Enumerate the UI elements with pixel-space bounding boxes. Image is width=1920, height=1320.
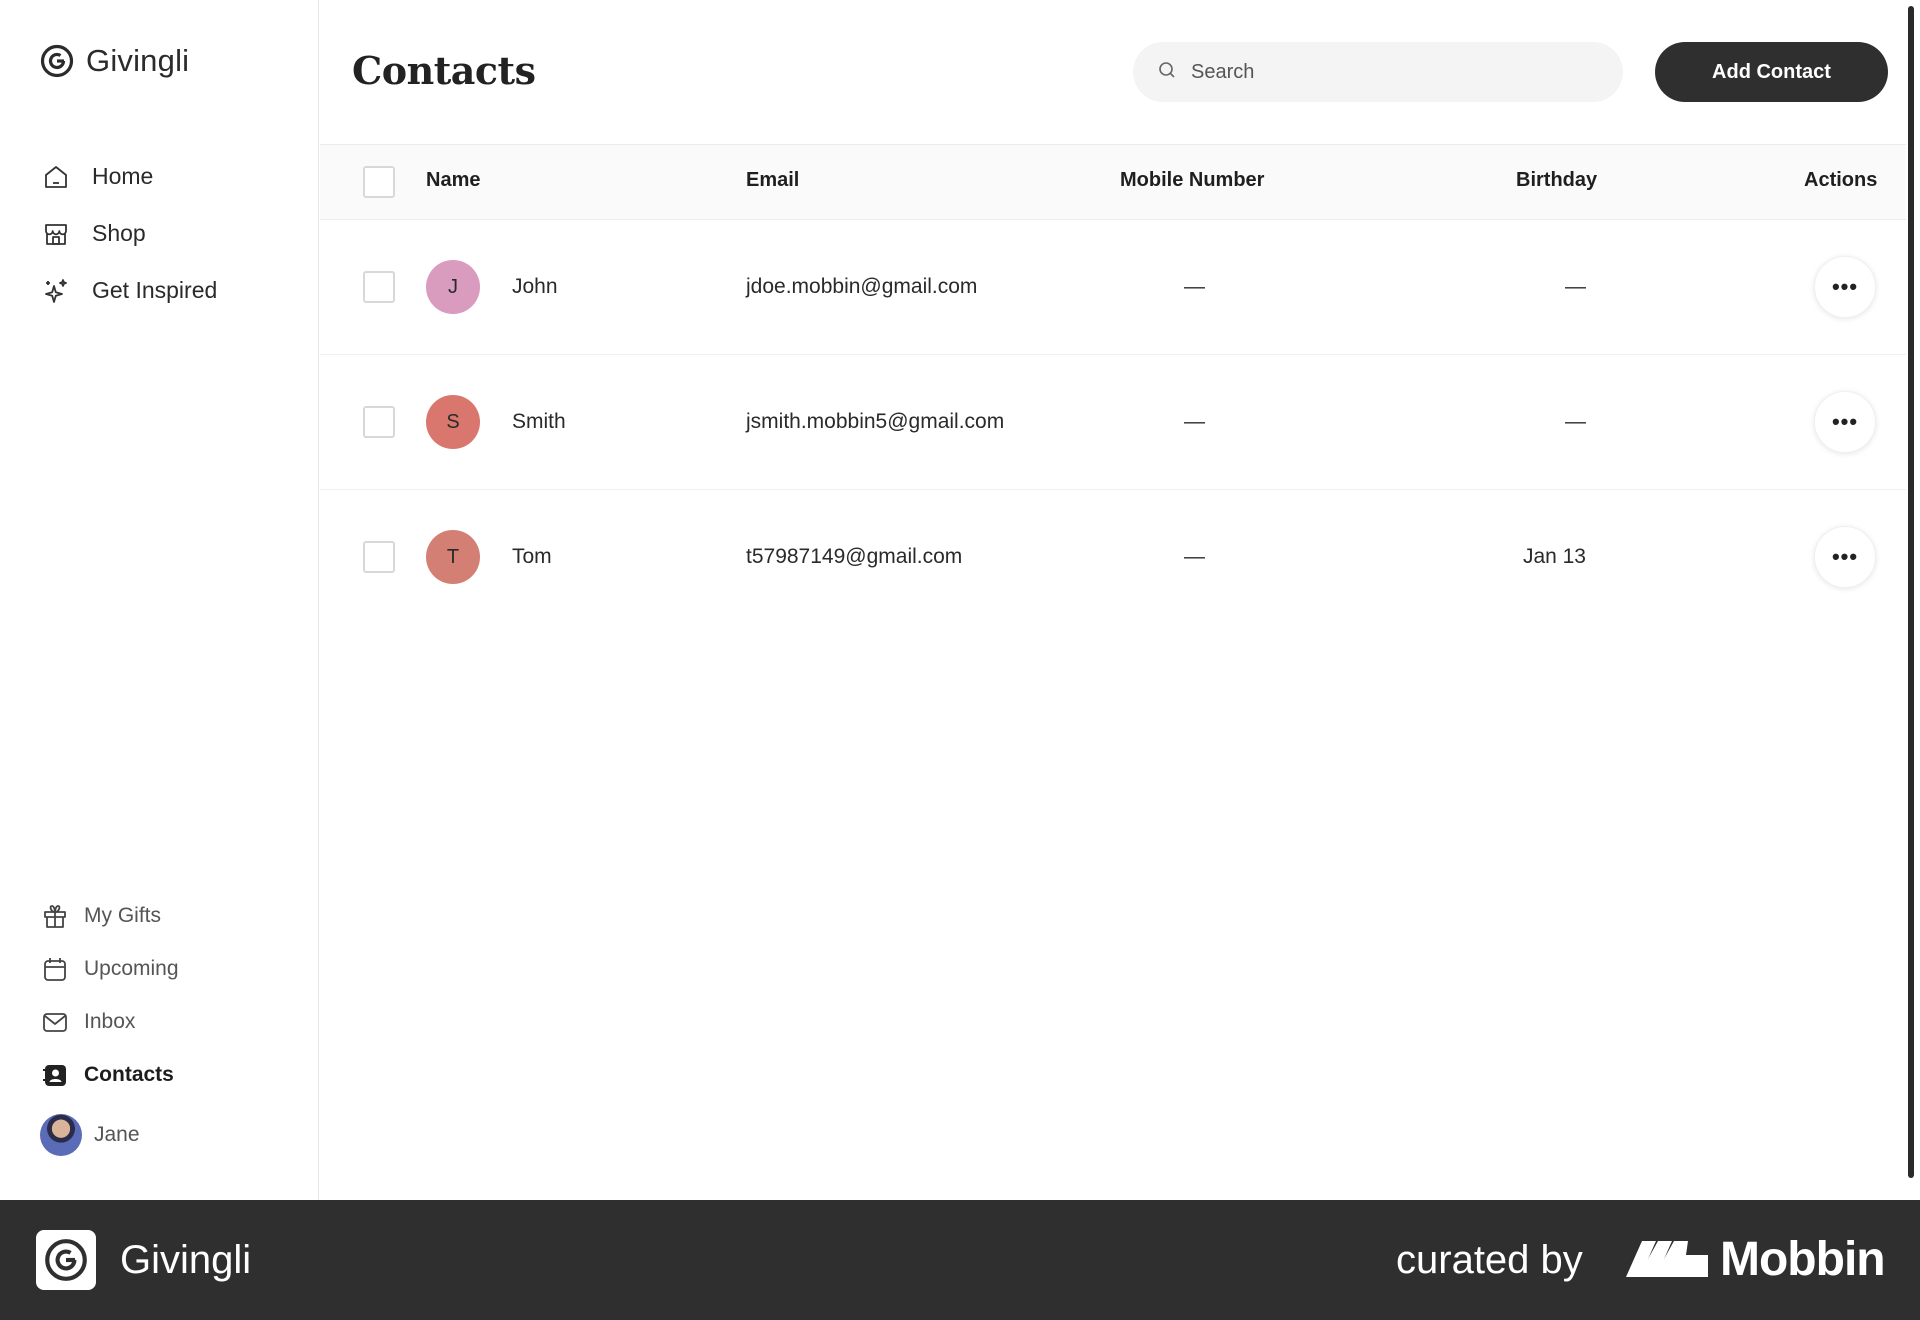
contact-birthday: — bbox=[1565, 410, 1586, 433]
footer-banner: Givingli curated by Mobbin bbox=[0, 1200, 1920, 1320]
contacts-table: Name Email Mobile Number Birthday Action… bbox=[320, 144, 1906, 625]
table-row[interactable]: T Tom t57987149@gmail.com — Jan 13 ••• bbox=[320, 490, 1906, 625]
column-header-mobile[interactable]: Mobile Number bbox=[1120, 169, 1264, 192]
gift-icon bbox=[40, 901, 70, 931]
contact-name: Smith bbox=[512, 410, 566, 433]
sidebar-item-shop[interactable]: Shop bbox=[40, 205, 217, 262]
sidebar-item-label: Home bbox=[92, 163, 154, 189]
app-window: Givingli Home Shop Get Inspired My Gifts… bbox=[0, 0, 1920, 1200]
contact-birthday: Jan 13 bbox=[1522, 545, 1586, 568]
contact-mobile: — bbox=[1184, 545, 1205, 568]
sidebar-item-home[interactable]: Home bbox=[40, 148, 217, 205]
contact-birthday: — bbox=[1565, 275, 1586, 298]
main-content: Contacts Add Contact Name Email Mobile N… bbox=[320, 0, 1920, 1200]
column-header-actions: Actions bbox=[1804, 169, 1878, 191]
row-checkbox[interactable] bbox=[363, 406, 395, 438]
mobbin-wordmark: Mobbin bbox=[1720, 1233, 1886, 1286]
sidebar-item-my-gifts[interactable]: My Gifts bbox=[40, 889, 179, 942]
contact-name: John bbox=[512, 275, 558, 298]
sidebar-item-label: Inbox bbox=[84, 1009, 136, 1033]
givingli-app-icon bbox=[36, 1230, 96, 1290]
sidebar: Givingli Home Shop Get Inspired My Gifts… bbox=[0, 0, 319, 1200]
contact-avatar: S bbox=[426, 395, 480, 449]
sidebar-item-inbox[interactable]: Inbox bbox=[40, 995, 179, 1048]
search-input[interactable] bbox=[1191, 60, 1591, 84]
mobbin-mark-icon bbox=[1626, 1237, 1708, 1282]
more-actions-button[interactable]: ••• bbox=[1814, 391, 1876, 453]
home-icon bbox=[40, 161, 72, 193]
sidebar-item-upcoming[interactable]: Upcoming bbox=[40, 942, 179, 995]
column-header-email[interactable]: Email bbox=[746, 169, 799, 192]
search-icon bbox=[1157, 60, 1177, 85]
user-profile[interactable]: Jane bbox=[40, 1114, 140, 1156]
contact-name: Tom bbox=[512, 545, 552, 568]
scrollbar-thumb[interactable] bbox=[1908, 6, 1914, 1178]
row-checkbox[interactable] bbox=[363, 541, 395, 573]
contact-mobile: — bbox=[1184, 275, 1205, 298]
brand-name: Givingli bbox=[86, 43, 190, 78]
shop-icon bbox=[40, 218, 72, 250]
scrollbar[interactable] bbox=[1906, 0, 1916, 1180]
secondary-nav: My Gifts Upcoming Inbox Contacts bbox=[40, 889, 179, 1101]
table-header: Name Email Mobile Number Birthday Action… bbox=[320, 144, 1906, 220]
sidebar-item-label: Shop bbox=[92, 220, 146, 246]
sidebar-item-label: Get Inspired bbox=[92, 277, 218, 303]
sidebar-item-contacts[interactable]: Contacts bbox=[40, 1048, 179, 1101]
givingli-logo-icon bbox=[40, 44, 74, 78]
mobbin-logo: Mobbin bbox=[1626, 1232, 1886, 1287]
row-checkbox[interactable] bbox=[363, 271, 395, 303]
sidebar-item-label: Contacts bbox=[84, 1062, 174, 1086]
sidebar-item-label: Upcoming bbox=[84, 956, 179, 980]
footer-brand-name: Givingli bbox=[120, 1238, 252, 1282]
mail-icon bbox=[40, 1007, 70, 1037]
contact-email: jdoe.mobbin@gmail.com bbox=[746, 275, 978, 298]
column-header-birthday[interactable]: Birthday bbox=[1516, 169, 1597, 192]
column-header-name[interactable]: Name bbox=[426, 169, 480, 192]
more-actions-button[interactable]: ••• bbox=[1814, 256, 1876, 318]
avatar bbox=[40, 1114, 82, 1156]
sidebar-item-label: My Gifts bbox=[84, 903, 161, 927]
table-row[interactable]: J John jdoe.mobbin@gmail.com — — ••• bbox=[320, 220, 1906, 355]
user-name: Jane bbox=[94, 1123, 140, 1146]
select-all-checkbox[interactable] bbox=[363, 166, 395, 198]
contact-avatar: J bbox=[426, 260, 480, 314]
table-row[interactable]: S Smith jsmith.mobbin5@gmail.com — — ••• bbox=[320, 355, 1906, 490]
more-actions-button[interactable]: ••• bbox=[1814, 526, 1876, 588]
add-contact-button[interactable]: Add Contact bbox=[1655, 42, 1888, 102]
search-bar[interactable] bbox=[1133, 42, 1623, 102]
sparkles-icon bbox=[40, 275, 72, 307]
primary-nav: Home Shop Get Inspired bbox=[40, 148, 217, 319]
contact-email: jsmith.mobbin5@gmail.com bbox=[746, 410, 1005, 433]
curated-by-label: curated by bbox=[1396, 1238, 1583, 1282]
brand[interactable]: Givingli bbox=[40, 43, 189, 79]
contact-avatar: T bbox=[426, 530, 480, 584]
sidebar-item-get-inspired[interactable]: Get Inspired bbox=[40, 262, 217, 319]
calendar-icon bbox=[40, 954, 70, 984]
contacts-icon bbox=[40, 1060, 70, 1090]
contact-email: t57987149@gmail.com bbox=[746, 545, 963, 568]
contact-mobile: — bbox=[1184, 410, 1205, 433]
page-title: Contacts bbox=[352, 48, 536, 93]
